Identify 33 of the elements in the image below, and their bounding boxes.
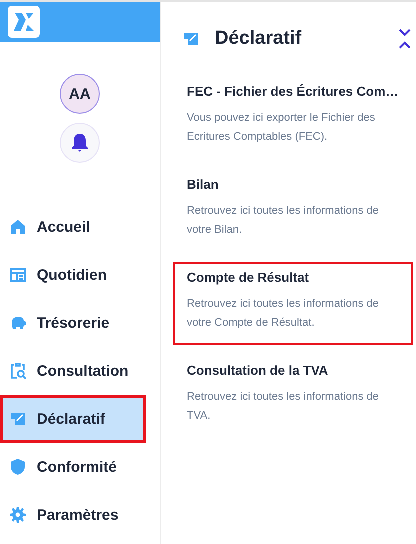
piggy-bank-icon <box>9 314 27 332</box>
card-title: Compte de Résultat <box>187 270 310 285</box>
document-icon <box>181 30 201 48</box>
nav-item[interactable]: Paramètres <box>0 491 160 539</box>
clipboard-search-icon <box>9 362 27 380</box>
collapse-button[interactable] <box>396 27 413 51</box>
user-avatar[interactable]: AA <box>60 74 100 114</box>
document-icon <box>9 410 27 428</box>
card-description: Retrouvez ici toutes les informations de votre Bilan. <box>187 204 380 238</box>
card-title: Bilan <box>187 177 220 192</box>
card-description: Vous pouvez ici exporter le Fichier des Ecritures Comptables (FEC). <box>187 111 376 145</box>
menu-card[interactable]: FEC - Fichier des Écritures Com… Vous pouvez ici exporter le Fichier des Ecritures Comptables (FEC). <box>173 76 413 159</box>
nav-item[interactable]: Accueil <box>0 203 160 251</box>
nav-item[interactable]: Consultation <box>0 347 160 395</box>
calendar-icon <box>9 266 27 284</box>
nav-item[interactable]: Quotidien <box>0 251 160 299</box>
card-description: Retrouvez ici toutes les informations de votre Compte de Résultat. <box>187 297 380 331</box>
menu-card[interactable]: Consultation de la TVA Retrouvez ici toutes les informations de TVA. <box>173 355 413 438</box>
shield-icon <box>9 458 27 476</box>
menu-card[interactable]: Bilan Retrouvez ici toutes les informations de votre Bilan. <box>173 169 413 252</box>
card-title: Consultation de la TVA <box>187 363 330 378</box>
panel-title: Déclaratif <box>215 28 303 50</box>
notifications-button[interactable] <box>60 123 100 163</box>
nav-item[interactable]: Déclaratif <box>0 395 146 443</box>
home-icon <box>9 218 27 236</box>
menu-card[interactable]: Compte de Résultat Retrouvez ici toutes les informations de votre Compte de Résultat. <box>173 262 413 345</box>
nav-item[interactable]: Trésorerie <box>0 299 160 347</box>
gear-icon <box>9 506 27 524</box>
nav-item[interactable]: Conformité <box>0 443 160 491</box>
bell-icon <box>71 133 89 153</box>
card-description: Retrouvez ici toutes les informations de TVA. <box>187 390 380 424</box>
logo-icon[interactable] <box>8 6 40 38</box>
card-title: FEC - Fichier des Écritures Com… <box>187 84 399 99</box>
